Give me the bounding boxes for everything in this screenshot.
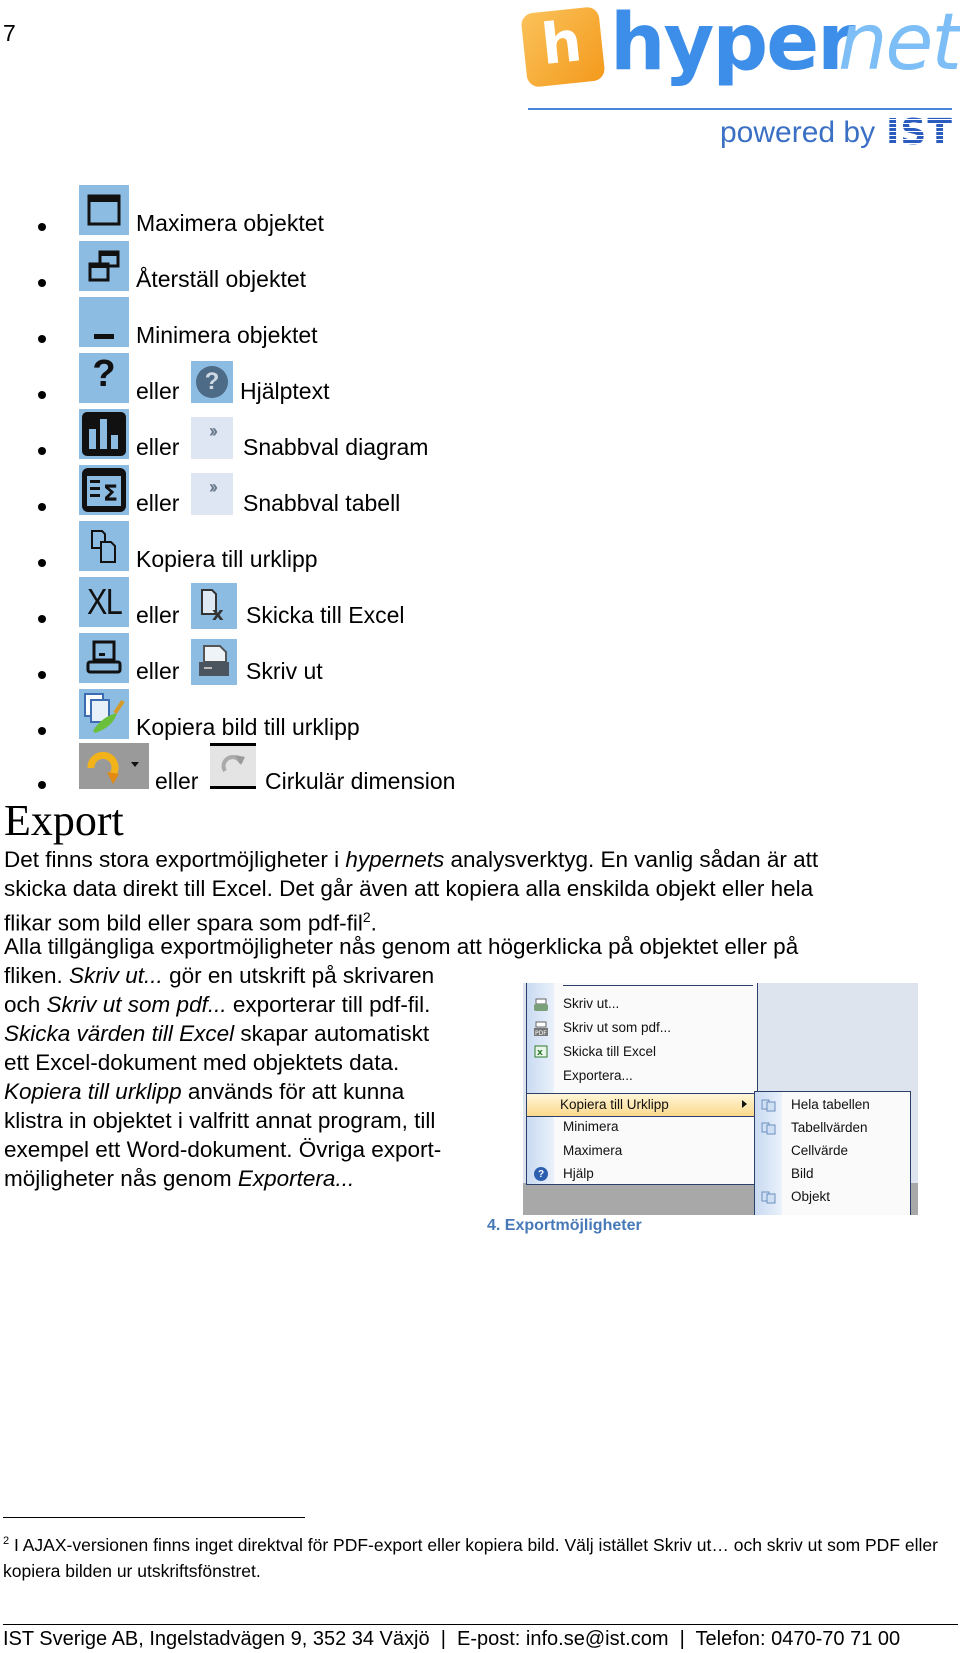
- copy-image-icon: [79, 689, 129, 739]
- menu-item-send-excel[interactable]: Skicka till Excel: [563, 1044, 656, 1059]
- body-line: fliken. Skriv ut... gör en utskrift på s…: [4, 963, 435, 988]
- context-menu-screenshot: Skriv ut... PDF Skriv ut som pdf... x Sk…: [523, 983, 918, 1215]
- logo-powered-by: powered by: [720, 116, 876, 149]
- restore-icon: [79, 241, 129, 291]
- footer-divider: [3, 1624, 958, 1625]
- help-round-icon: ?: [191, 361, 233, 403]
- section-heading: Export: [4, 796, 124, 845]
- excel-send-icon: x: [191, 583, 237, 629]
- help-icon: ?: [533, 1166, 549, 1182]
- submenu-item-object[interactable]: Objekt: [791, 1189, 830, 1204]
- printer-icon: [533, 997, 549, 1013]
- print-icon: [79, 633, 129, 683]
- rotate-dropdown-icon[interactable]: [79, 743, 149, 789]
- body-line: klistra in objektet i valfritt annat pro…: [4, 1108, 436, 1133]
- logo-divider: [528, 108, 952, 110]
- menu-item-print[interactable]: Skriv ut...: [563, 996, 619, 1011]
- double-chevron-icon: ››: [191, 417, 233, 459]
- bullet: [38, 727, 46, 735]
- submenu-item-cell-value[interactable]: Cellvärde: [791, 1143, 848, 1158]
- chart-icon: [79, 409, 129, 459]
- logo-word-net: net: [838, 0, 960, 88]
- list-item: Återställ objektet: [0, 241, 500, 293]
- footnote-ref[interactable]: 2: [363, 909, 371, 925]
- help-icon: ?: [79, 353, 129, 403]
- bullet: [38, 559, 46, 567]
- context-menu: Skriv ut... PDF Skriv ut som pdf... x Sk…: [526, 983, 758, 1185]
- menu-item-print-pdf[interactable]: Skriv ut som pdf...: [563, 1020, 671, 1035]
- list-item: Minimera objektet: [0, 297, 500, 349]
- svg-text:x: x: [537, 1048, 543, 1058]
- page-number: 7: [3, 20, 16, 46]
- menu-item-minimize[interactable]: Minimera: [563, 1119, 619, 1134]
- svg-text:PDF: PDF: [535, 1030, 547, 1037]
- body-line: Alla tillgängliga exportmöjligheter nås …: [4, 934, 799, 959]
- list-item: XL eller x Skicka till Excel: [0, 577, 500, 629]
- bullet: [38, 335, 46, 343]
- body-line: exempel ett Word-dokument. Övriga export…: [4, 1137, 442, 1162]
- list-item: Σ eller ›› Snabbval tabell: [0, 465, 500, 517]
- copy-icon: [761, 1191, 776, 1204]
- logo-ist: IST: [886, 112, 953, 153]
- copy-icon: [761, 1122, 776, 1135]
- bullet: [38, 781, 46, 789]
- body-line: Skicka värden till Excel skapar automati…: [4, 1021, 430, 1046]
- table-sigma-icon: Σ: [79, 465, 129, 515]
- list-item: eller ›› Snabbval diagram: [0, 409, 500, 461]
- menu-item-maximize[interactable]: Maximera: [563, 1143, 622, 1158]
- double-chevron-icon: ››: [191, 473, 233, 515]
- body-line: Det finns stora exportmöjligheter i hype…: [4, 847, 819, 872]
- maximize-icon: [79, 185, 129, 235]
- bullet: [38, 615, 46, 623]
- bullet: [38, 223, 46, 231]
- excel-xl-icon: XL: [79, 577, 129, 627]
- body-line: och Skriv ut som pdf... exporterar till …: [4, 992, 431, 1017]
- svg-text:x: x: [212, 604, 224, 625]
- body-line: möjligheter nås genom Exportera...: [4, 1166, 355, 1191]
- list-item: ? eller ? Hjälptext: [0, 353, 500, 405]
- pdf-printer-icon: PDF: [533, 1021, 549, 1037]
- footnote-divider: [3, 1517, 305, 1518]
- menu-separator: [563, 985, 753, 986]
- list-item: eller Cirkulär dimension: [0, 743, 520, 795]
- minimize-icon: [79, 297, 129, 347]
- list-item: eller Skriv ut: [0, 633, 500, 685]
- submenu-item-table-values[interactable]: Tabellvärden: [791, 1120, 868, 1135]
- submenu: Hela tabellen Tabellvärden Cellvärde Bil…: [754, 1091, 911, 1215]
- bullet: [38, 391, 46, 399]
- body-line: Kopiera till urklipp används för att kun…: [4, 1079, 405, 1104]
- copy-icon: [761, 1099, 776, 1112]
- hypernet-logo: h hyper net powered by IST: [520, 0, 960, 154]
- submenu-arrow-icon: [742, 1100, 747, 1108]
- body-line: skicka data direkt till Excel. Det går ä…: [4, 876, 814, 901]
- excel-icon: x: [533, 1045, 549, 1061]
- rotate-icon[interactable]: [210, 743, 256, 789]
- printer-icon: [191, 639, 237, 685]
- figure-caption: 4. Exportmöjligheter: [487, 1217, 642, 1234]
- body-line: ett Excel-dokument med objektets data.: [4, 1050, 400, 1075]
- list-item: Maximera objektet: [0, 185, 500, 237]
- bullet: [38, 279, 46, 287]
- footnote: 2 I AJAX-versionen finns inget direktval…: [3, 1534, 938, 1581]
- bullet: [38, 447, 46, 455]
- menu-item-export[interactable]: Exportera...: [563, 1068, 633, 1083]
- bullet: [38, 671, 46, 679]
- menu-item-copy-clipboard[interactable]: Kopiera till Urklipp: [526, 1093, 756, 1117]
- submenu-item-whole-table[interactable]: Hela tabellen: [791, 1097, 870, 1112]
- list-item: Kopiera bild till urklipp: [0, 689, 500, 741]
- logo-word-hyper: hyper: [610, 0, 856, 88]
- svg-text:Σ: Σ: [103, 482, 118, 507]
- bullet: [38, 503, 46, 511]
- list-item: Kopiera till urklipp: [0, 521, 500, 573]
- logo-badge-icon: h: [520, 6, 606, 88]
- copy-icon: [79, 521, 129, 571]
- submenu-item-image[interactable]: Bild: [791, 1166, 814, 1181]
- menu-item-help[interactable]: Hjälp: [563, 1166, 594, 1181]
- page-footer: IST Sverige AB, Ingelstadvägen 9, 352 34…: [3, 1628, 901, 1650]
